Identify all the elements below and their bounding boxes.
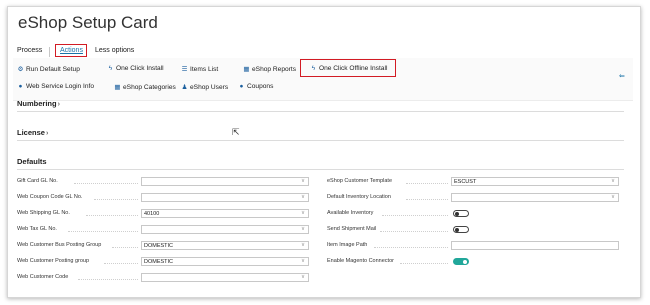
- label-dots: [382, 215, 448, 216]
- item-image-path-input[interactable]: [451, 241, 619, 250]
- field-label: Web Customer Code: [17, 274, 69, 280]
- grid-icon: ▦: [114, 84, 121, 91]
- actions-highlight-box: [55, 44, 87, 57]
- field-label: Web Customer Posting group: [17, 258, 90, 264]
- info-icon: ●: [18, 83, 23, 90]
- eshop-categories-action[interactable]: ▦ eShop Categories: [114, 83, 175, 91]
- coupons-action[interactable]: ● Coupons: [238, 83, 274, 90]
- label-dots: [374, 247, 448, 248]
- list-icon: ☰: [181, 66, 188, 73]
- web-customer-bus-posting-group-input[interactable]: DOMESTIC ∨: [141, 241, 309, 250]
- label-dots: [74, 183, 138, 184]
- field-label: Default Inventory Location: [327, 194, 391, 200]
- section-numbering[interactable]: Numbering›: [17, 99, 60, 108]
- toggle-knob: [463, 260, 467, 264]
- lightning-icon: ϟ: [108, 65, 113, 72]
- collapse-arrow-icon[interactable]: ⇐: [619, 72, 625, 80]
- user-icon: ♟: [181, 84, 188, 91]
- chevron-right-icon: ›: [57, 101, 60, 108]
- setup-card: eShop Setup Card Process Actions Less op…: [7, 6, 641, 298]
- chevron-down-icon: ∨: [610, 194, 615, 200]
- chevron-down-icon: ∨: [300, 194, 305, 200]
- send-shipment-mail-toggle[interactable]: [453, 226, 469, 233]
- enable-magento-connector-toggle[interactable]: [453, 258, 469, 265]
- field-label: Web Tax GL No.: [17, 226, 57, 232]
- items-list-action[interactable]: ☰ Items List: [181, 65, 219, 73]
- menu-less-options[interactable]: Less options: [95, 47, 134, 54]
- available-inventory-toggle[interactable]: [453, 210, 469, 217]
- chevron-down-icon: ∨: [300, 242, 305, 248]
- label-dots: [94, 199, 138, 200]
- field-label: eShop Customer Template: [327, 178, 393, 184]
- divider: [17, 169, 624, 170]
- field-label: Available Inventory: [327, 210, 374, 216]
- eshop-customer-template-input[interactable]: ESCUST ∨: [451, 177, 619, 186]
- label-dots: [380, 231, 448, 232]
- toggle-knob: [455, 228, 459, 232]
- eshop-reports-action[interactable]: ▦ eShop Reports: [243, 65, 296, 73]
- label-dots: [104, 263, 138, 264]
- label-dots: [68, 231, 138, 232]
- web-shipping-gl-input[interactable]: 40100 ∨: [141, 209, 309, 218]
- label-dots: [86, 215, 138, 216]
- field-label: Gift Card GL No.: [17, 178, 58, 184]
- mouse-cursor-icon: ⇱: [232, 127, 240, 137]
- web-customer-posting-group-input[interactable]: DOMESTIC ∨: [141, 257, 309, 266]
- chevron-down-icon: ∨: [300, 274, 305, 280]
- menu-separator: [49, 47, 50, 57]
- field-label: Web Customer Bus Posting Group: [17, 242, 102, 248]
- divider: [17, 140, 624, 141]
- section-defaults[interactable]: Defaults: [17, 157, 47, 166]
- gift-card-gl-input[interactable]: ∨: [141, 177, 309, 186]
- label-dots: [112, 247, 138, 248]
- label-dots: [400, 263, 448, 264]
- section-license[interactable]: License›: [17, 128, 48, 137]
- web-service-login-info-action[interactable]: ● Web Service Login Info: [17, 83, 95, 90]
- eshop-users-action[interactable]: ♟ eShop Users: [181, 83, 229, 91]
- web-tax-gl-input[interactable]: ∨: [141, 225, 309, 234]
- field-label: Enable Magento Connector: [327, 258, 394, 264]
- toggle-knob: [455, 212, 459, 216]
- chevron-down-icon: ∨: [300, 210, 305, 216]
- chevron-down-icon: ∨: [300, 258, 305, 264]
- chevron-right-icon: ›: [45, 130, 49, 137]
- default-inventory-location-input[interactable]: ∨: [451, 193, 619, 202]
- field-label: Web Shipping GL No.: [17, 210, 70, 216]
- run-default-setup-action[interactable]: ⚙ Run Default Setup: [17, 65, 80, 73]
- field-label: Send Shipment Mail: [327, 226, 377, 232]
- chevron-down-icon: ∨: [300, 226, 305, 232]
- report-icon: ▦: [243, 66, 250, 73]
- label-dots: [78, 279, 138, 280]
- web-customer-code-input[interactable]: ∨: [141, 273, 309, 282]
- field-label: Item Image Path: [327, 242, 368, 248]
- web-coupon-code-gl-input[interactable]: ∨: [141, 193, 309, 202]
- label-dots: [406, 183, 448, 184]
- wrench-icon: ⚙: [17, 66, 24, 73]
- chevron-down-icon: ∨: [610, 178, 615, 184]
- menu-process[interactable]: Process: [17, 47, 42, 54]
- label-dots: [406, 199, 448, 200]
- page-title: eShop Setup Card: [18, 13, 158, 32]
- coupon-icon: ●: [239, 83, 244, 90]
- divider: [17, 111, 624, 112]
- chevron-down-icon: ∨: [300, 178, 305, 184]
- offline-install-highlight-box: [300, 59, 396, 77]
- field-label: Web Coupon Code GL No.: [17, 194, 83, 200]
- one-click-install-action[interactable]: ϟ One Click Install: [107, 65, 164, 72]
